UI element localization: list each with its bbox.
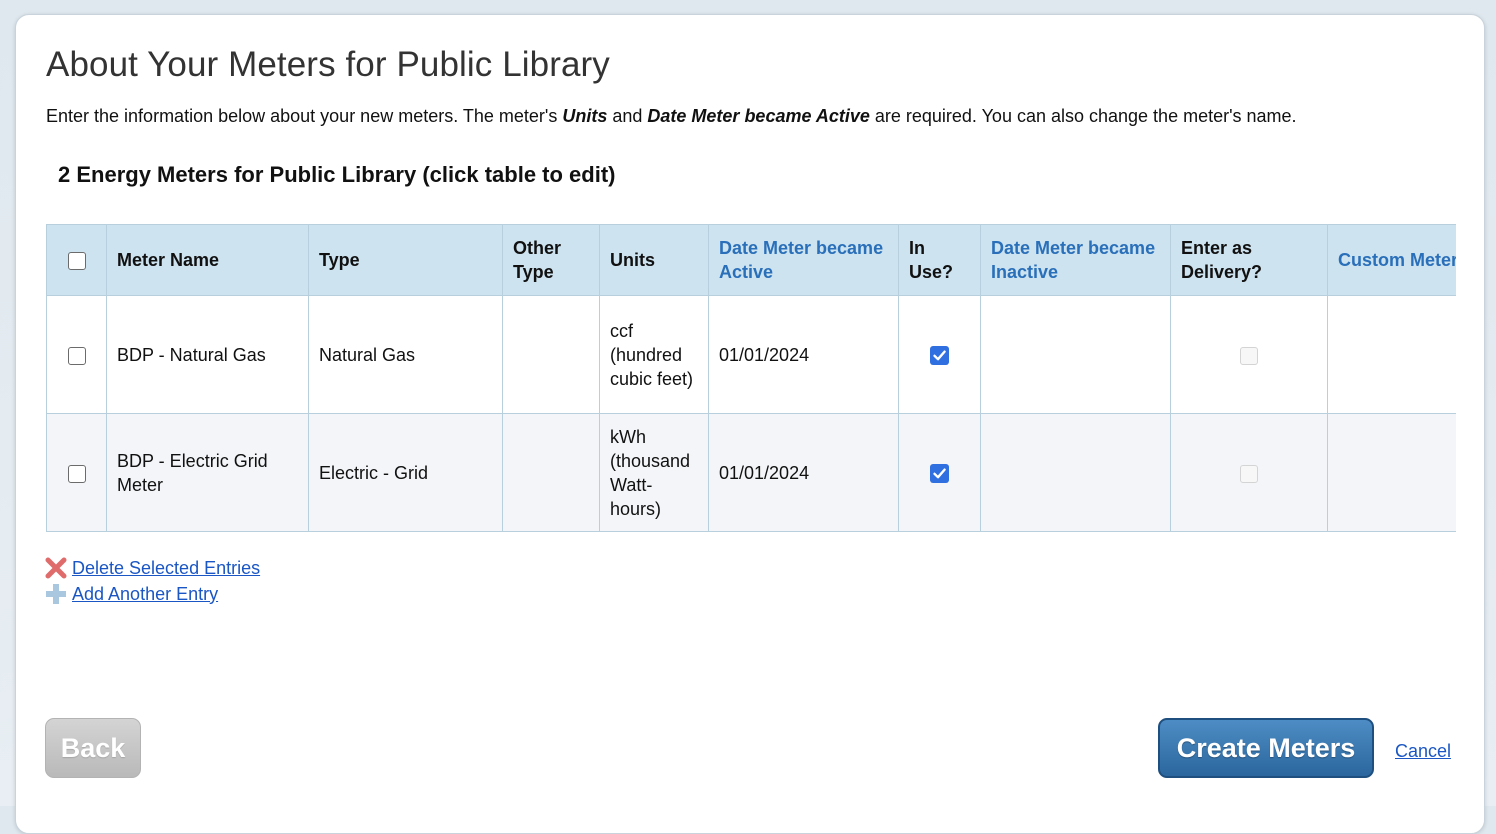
cell-date-active[interactable]: 01/01/2024 bbox=[708, 295, 899, 414]
cell-meter-name[interactable]: BDP - Natural Gas bbox=[106, 295, 309, 414]
delete-entries-action[interactable]: Delete Selected Entries bbox=[44, 555, 260, 581]
cell-custom-id[interactable] bbox=[1327, 413, 1456, 532]
header-custom-id[interactable]: Custom Meter ID 1 Name bbox=[1327, 224, 1456, 296]
header-units[interactable]: Units bbox=[599, 224, 709, 296]
cell-units[interactable]: kWh (thousand Watt-hours) bbox=[599, 413, 709, 532]
plus-icon bbox=[44, 582, 68, 606]
cell-meter-name[interactable]: BDP - Electric Grid Meter bbox=[106, 413, 309, 532]
meters-table[interactable]: Meter Name Type Other Type Units Date Me… bbox=[46, 224, 1456, 532]
delivery-checkbox bbox=[1240, 464, 1258, 483]
row-select-cell bbox=[46, 295, 107, 414]
select-all-cell bbox=[46, 224, 107, 296]
table-actions: Delete Selected Entries Add Another Entr… bbox=[44, 555, 260, 607]
create-meters-button[interactable]: Create Meters bbox=[1158, 718, 1374, 778]
table-header-row: Meter Name Type Other Type Units Date Me… bbox=[46, 224, 1456, 296]
back-button[interactable]: Back bbox=[45, 718, 141, 778]
header-meter-name[interactable]: Meter Name bbox=[106, 224, 309, 296]
cell-in-use bbox=[898, 295, 981, 414]
cell-date-inactive[interactable] bbox=[980, 413, 1171, 532]
add-another-entry-link[interactable]: Add Another Entry bbox=[72, 584, 218, 605]
table-title: 2 Energy Meters for Public Library (clic… bbox=[58, 162, 616, 187]
add-entry-action[interactable]: Add Another Entry bbox=[44, 581, 260, 607]
cell-date-inactive[interactable] bbox=[980, 295, 1171, 414]
cell-delivery bbox=[1170, 295, 1328, 414]
main-panel: About Your Meters for Public Library Ent… bbox=[15, 14, 1485, 834]
header-other-type[interactable]: Other Type bbox=[502, 224, 600, 296]
table-row[interactable]: BDP - Electric Grid Meter Electric - Gri… bbox=[46, 413, 1456, 532]
cell-other-type[interactable] bbox=[502, 413, 600, 532]
cell-type[interactable]: Electric - Grid bbox=[308, 413, 503, 532]
intro-part1: Enter the information below about your n… bbox=[46, 106, 563, 126]
intro-text: Enter the information below about your n… bbox=[46, 106, 1297, 127]
row-select-checkbox[interactable] bbox=[67, 464, 86, 483]
header-in-use[interactable]: In Use? bbox=[898, 224, 981, 296]
cell-type[interactable]: Natural Gas bbox=[308, 295, 503, 414]
check-icon bbox=[933, 350, 946, 361]
intro-units-label: Units bbox=[562, 106, 608, 126]
cell-units[interactable]: ccf (hundred cubic feet) bbox=[599, 295, 709, 414]
row-select-cell bbox=[46, 413, 107, 532]
delete-selected-link[interactable]: Delete Selected Entries bbox=[72, 558, 260, 579]
meters-table-container[interactable]: Meter Name Type Other Type Units Date Me… bbox=[46, 224, 1456, 532]
cell-in-use bbox=[898, 413, 981, 532]
page-title: About Your Meters for Public Library bbox=[46, 45, 610, 84]
row-select-checkbox[interactable] bbox=[67, 346, 86, 365]
header-date-active[interactable]: Date Meter became Active bbox=[708, 224, 899, 296]
cell-date-active[interactable]: 01/01/2024 bbox=[708, 413, 899, 532]
select-all-checkbox[interactable] bbox=[67, 252, 86, 271]
intro-part2: and bbox=[607, 106, 648, 126]
delivery-checkbox bbox=[1240, 346, 1258, 365]
cell-other-type[interactable] bbox=[502, 295, 600, 414]
intro-part3: are required. You can also change the me… bbox=[869, 106, 1297, 126]
header-delivery[interactable]: Enter as Delivery? bbox=[1170, 224, 1328, 296]
check-icon bbox=[933, 468, 946, 479]
header-type[interactable]: Type bbox=[308, 224, 503, 296]
cell-custom-id[interactable] bbox=[1327, 295, 1456, 414]
cancel-link[interactable]: Cancel bbox=[1395, 741, 1451, 762]
in-use-checkbox[interactable] bbox=[930, 346, 949, 366]
table-row[interactable]: BDP - Natural Gas Natural Gas ccf (hundr… bbox=[46, 295, 1456, 414]
header-date-inactive[interactable]: Date Meter became Inactive bbox=[980, 224, 1171, 296]
x-icon bbox=[44, 556, 68, 580]
cell-delivery bbox=[1170, 413, 1328, 532]
intro-date-label: Date Meter became Active bbox=[647, 106, 870, 126]
in-use-checkbox[interactable] bbox=[930, 464, 949, 484]
